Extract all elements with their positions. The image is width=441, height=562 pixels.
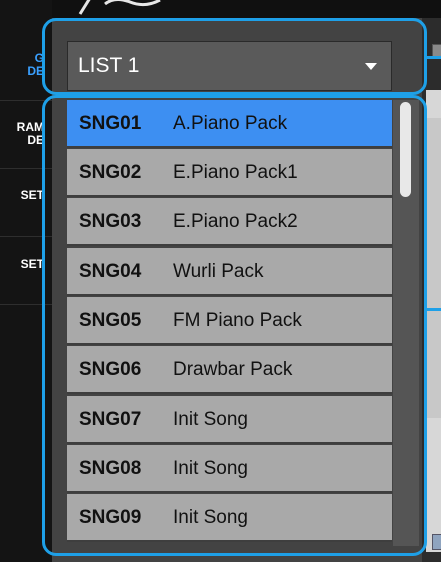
song-number: SNG07 <box>79 409 142 430</box>
list-item[interactable]: SNG01 A.Piano Pack <box>67 100 392 148</box>
background-content <box>426 118 441 418</box>
list-select-dropdown[interactable]: LIST 1 <box>67 41 392 91</box>
song-number: SNG08 <box>79 458 142 479</box>
top-bar <box>0 0 441 18</box>
song-number: SNG01 <box>79 113 142 134</box>
song-name: A.Piano Pack <box>173 113 288 134</box>
scrollbar-thumb[interactable] <box>400 102 411 197</box>
sidebar-item-song-mode[interactable]: G DE <box>0 52 44 78</box>
song-name: E.Piano Pack1 <box>173 162 298 183</box>
song-list: SNG01 A.Piano Pack SNG02 E.Piano Pack1 S… <box>67 100 392 546</box>
header-graphic <box>78 0 161 15</box>
song-name: E.Piano Pack2 <box>173 211 298 232</box>
list-item[interactable]: SNG07 Init Song <box>67 396 392 444</box>
song-name: Drawbar Pack <box>173 359 293 380</box>
song-number: SNG09 <box>79 507 142 528</box>
song-name: Init Song <box>173 458 248 479</box>
song-name: FM Piano Pack <box>173 310 302 331</box>
list-item[interactable]: SNG03 E.Piano Pack2 <box>67 198 392 246</box>
callout-line <box>426 56 441 59</box>
list-item[interactable]: SNG05 FM Piano Pack <box>67 297 392 345</box>
song-number: SNG04 <box>79 261 142 282</box>
song-number: SNG02 <box>79 162 142 183</box>
background-button <box>432 534 441 550</box>
dropdown-value: LIST 1 <box>78 54 140 77</box>
song-number: SNG06 <box>79 359 142 380</box>
chevron-down-icon <box>365 63 377 70</box>
song-name: Wurli Pack <box>173 261 264 282</box>
song-number: SNG05 <box>79 310 142 331</box>
list-item[interactable]: SNG06 Drawbar Pack <box>67 346 392 394</box>
song-name: Init Song <box>173 507 248 528</box>
sidebar-item-program-mode[interactable]: RAM DE <box>0 121 44 147</box>
list-item[interactable]: SNG08 Init Song <box>67 445 392 493</box>
list-item[interactable]: SNG09 Init Song <box>67 494 392 542</box>
sidebar-item-set-2[interactable]: SET <box>0 258 44 271</box>
sidebar-item-set-1[interactable]: SET <box>0 189 44 202</box>
list-item[interactable]: SNG04 Wurli Pack <box>67 248 392 296</box>
list-item[interactable]: SNG02 E.Piano Pack1 <box>67 149 392 197</box>
callout-line <box>426 308 441 311</box>
song-number: SNG03 <box>79 211 142 232</box>
song-name: Init Song <box>173 409 248 430</box>
